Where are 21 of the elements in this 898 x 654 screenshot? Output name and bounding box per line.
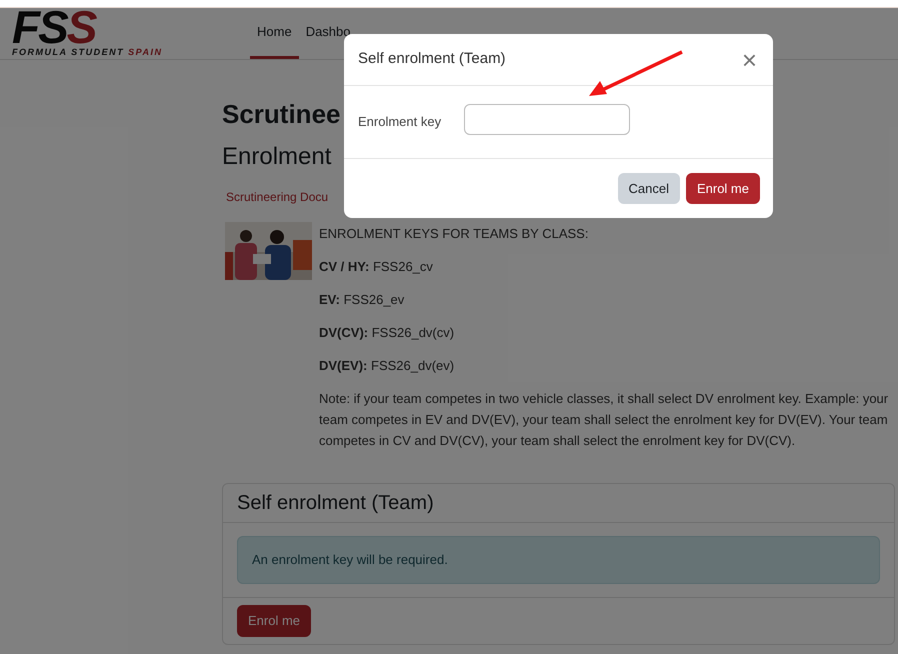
- card-title: Self enrolment (Team): [237, 491, 434, 516]
- key-line: DV(EV): FSS26_dv(ev): [319, 357, 456, 375]
- field-label: Enrolment key: [358, 113, 442, 132]
- keys-heading: ENROLMENT KEYS FOR TEAMS BY CLASS:: [319, 225, 590, 243]
- enrol-button[interactable]: Enrol me: [237, 605, 312, 637]
- note-text: Note: if your team competes in two vehicle classes, it shall select DV enrolment key. Example: your team competes in EV and DV(EV), your team shall select the enrolment key for DV(EV). Your team competes in CV and DV(CV), your team shall select the enrolment key for DV(CV).: [319, 390, 890, 450]
- key-line: EV: FSS26_ev: [319, 291, 406, 309]
- enrol-button[interactable]: Enrol me: [686, 173, 760, 204]
- breadcrumb-link[interactable]: Scrutineering Docu: [226, 188, 328, 206]
- logo-mark: FSS: [12, 8, 96, 46]
- nav-tab[interactable]: Home: [250, 8, 299, 59]
- info-alert: An enrolment key will be required.: [237, 536, 880, 584]
- enrolment-key-field[interactable]: [464, 104, 630, 134]
- page-title: Scrutinee: [222, 98, 340, 130]
- logo-tagline: FORMULA STUDENT SPAIN: [12, 46, 164, 59]
- modal-title: Self enrolment (Team): [358, 49, 506, 70]
- key-line: CV / HY: FSS26_cv: [319, 258, 434, 276]
- page-subtitle: Enrolment: [222, 142, 332, 172]
- close-button[interactable]: ×: [740, 46, 759, 72]
- key-line: DV(CV): FSS26_dv(cv): [319, 324, 456, 342]
- cancel-button[interactable]: Cancel: [618, 173, 680, 204]
